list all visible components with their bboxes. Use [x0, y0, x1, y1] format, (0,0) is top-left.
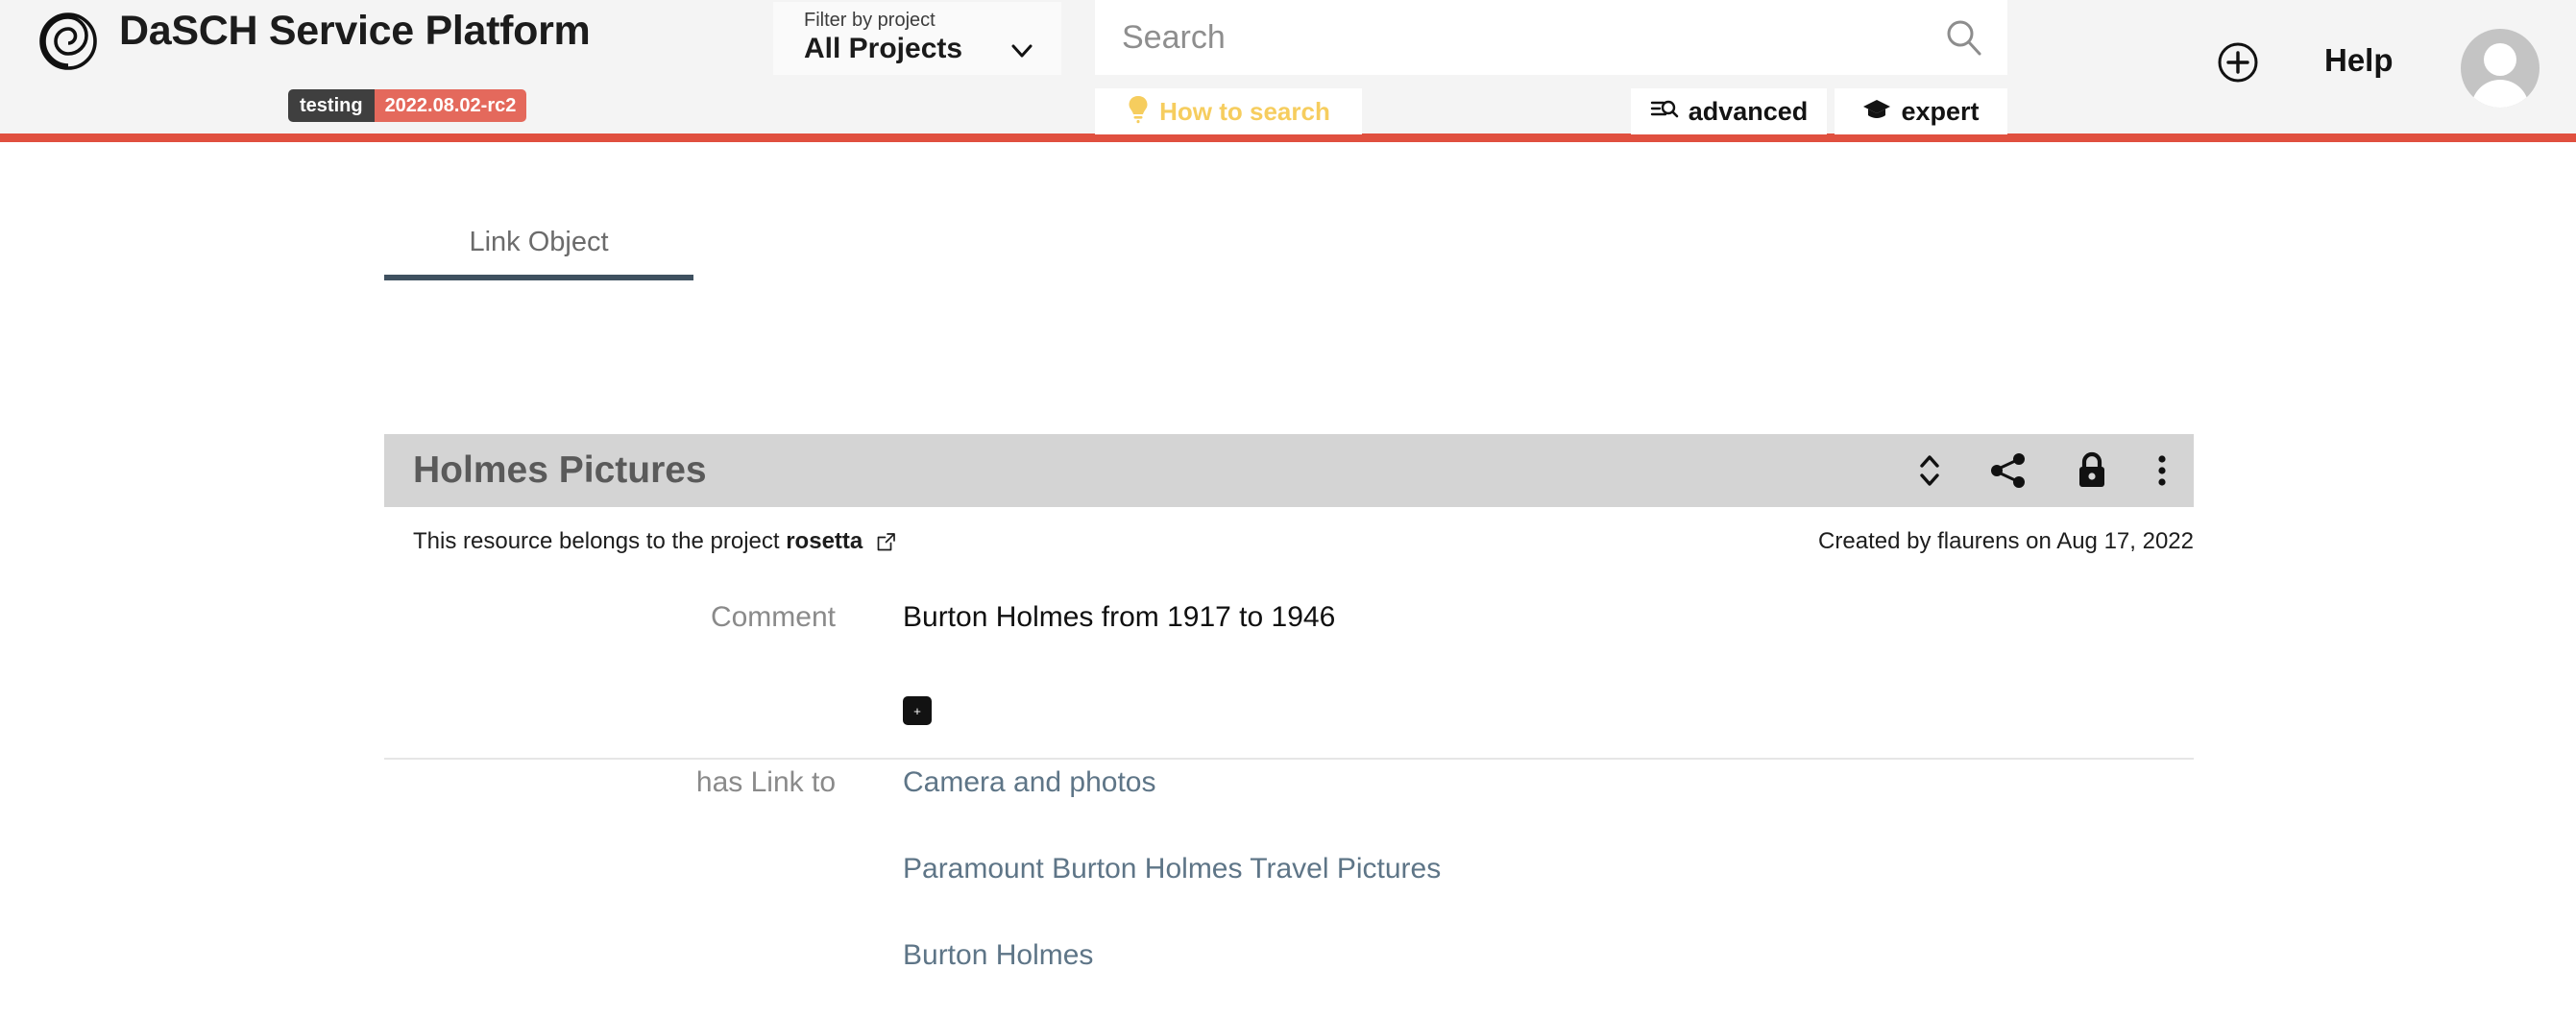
property-values-comment: Burton Holmes from 1917 to 1946	[903, 601, 1335, 634]
add-comment-value-button[interactable]: +	[903, 696, 932, 725]
link-item[interactable]: Camera and photos	[903, 766, 1441, 799]
avatar-body	[2471, 80, 2529, 108]
dasch-spiral-logo-icon	[38, 12, 98, 71]
unfold-vertical-icon[interactable]	[1917, 450, 1942, 491]
version-badge: testing 2022.08.02-rc2	[288, 89, 527, 122]
brand-title: DaSCH Service Platform	[119, 8, 591, 54]
resource-header: Holmes Pictures	[384, 434, 2194, 507]
resource-title: Holmes Pictures	[413, 449, 707, 491]
tab-strip: Link Object	[384, 209, 2194, 275]
search-input[interactable]	[1122, 0, 1929, 75]
add-resource-button[interactable]	[2217, 41, 2259, 84]
avatar-head	[2484, 43, 2516, 76]
project-filter-value: All Projects	[804, 33, 963, 64]
property-label-comment: Comment	[710, 601, 836, 633]
property-value-text: Burton Holmes from 1917 to 1946	[903, 601, 1336, 633]
advanced-search-label: advanced	[1688, 96, 1809, 126]
property-add-wrap-comment: +	[903, 696, 932, 725]
expert-search-label: expert	[1901, 96, 1980, 126]
resource-project-line: This resource belongs to the project ros…	[413, 528, 895, 558]
property-label-has-link-to: has Link to	[695, 766, 836, 798]
how-to-search-button[interactable]: How to search	[1095, 88, 1362, 134]
search-icon[interactable]	[1944, 17, 1984, 58]
project-filter-label: Filter by project	[804, 10, 936, 31]
link-item[interactable]: Paramount Burton Holmes Travel Pictures	[903, 853, 1441, 885]
link-item[interactable]: Burton Holmes	[903, 939, 1441, 972]
share-icon[interactable]	[1988, 450, 2029, 491]
chevron-down-icon	[1009, 38, 1034, 63]
user-avatar[interactable]	[2461, 29, 2540, 108]
lock-icon[interactable]	[2075, 449, 2109, 492]
main-content: Link Object Holmes Pictures This resourc…	[0, 142, 2576, 1018]
advanced-search-icon	[1650, 97, 1679, 127]
resource-actions	[1917, 449, 2169, 492]
project-name[interactable]: rosetta	[786, 528, 863, 554]
app-header: DaSCH Service Platform testing 2022.08.0…	[0, 0, 2576, 142]
version-environment: testing	[288, 89, 375, 122]
project-filter-select[interactable]: Filter by project All Projects	[773, 2, 1061, 75]
brand[interactable]: DaSCH Service Platform	[38, 8, 591, 71]
resource-created-info: Created by flaurens on Aug 17, 2022	[1818, 528, 2194, 554]
tab-link-object-label: Link Object	[469, 226, 609, 257]
advanced-search-button[interactable]: advanced	[1631, 88, 1827, 134]
tab-active-underline	[384, 275, 693, 280]
expert-search-button[interactable]: expert	[1835, 88, 2007, 134]
property-divider	[384, 758, 2194, 760]
belongs-to-prefix: This resource belongs to the project	[413, 528, 780, 554]
external-link-icon[interactable]	[877, 531, 895, 558]
lightbulb-icon	[1127, 95, 1150, 129]
search-box	[1095, 0, 2007, 75]
how-to-search-label: How to search	[1159, 96, 1330, 126]
help-button[interactable]: Help	[2324, 42, 2394, 79]
version-number: 2022.08.02-rc2	[374, 89, 527, 122]
property-values-has-link-to: Camera and photos Paramount Burton Holme…	[903, 766, 1441, 972]
graduation-cap-icon	[1862, 97, 1891, 127]
more-vertical-icon[interactable]	[2155, 450, 2169, 491]
plus-circle-icon	[2217, 42, 2259, 87]
tab-link-object[interactable]: Link Object	[384, 209, 693, 275]
